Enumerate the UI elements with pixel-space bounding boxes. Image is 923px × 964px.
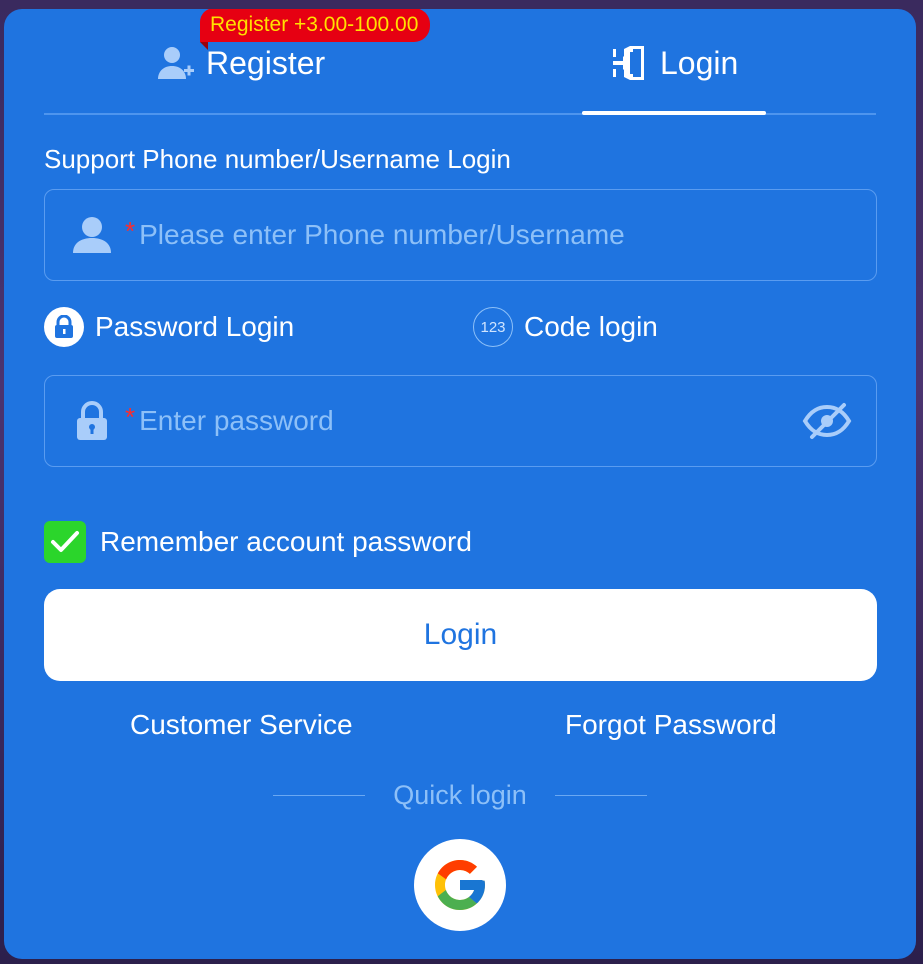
required-mark: * bbox=[125, 401, 136, 432]
password-login-label: Password Login bbox=[95, 311, 295, 342]
username-input[interactable] bbox=[139, 219, 760, 251]
required-mark: * bbox=[125, 215, 136, 246]
quick-login-label: Quick login bbox=[393, 779, 527, 810]
quick-login-divider: Quick login bbox=[269, 779, 651, 811]
checkmark-icon bbox=[51, 531, 79, 552]
eye-off-icon[interactable] bbox=[802, 399, 852, 443]
code-login-label: Code login bbox=[524, 311, 658, 342]
username-field[interactable]: * bbox=[44, 189, 877, 281]
tab-register[interactable]: Register bbox=[156, 41, 325, 85]
123-icon: 123 bbox=[473, 307, 513, 347]
password-field[interactable]: * bbox=[44, 375, 877, 467]
login-method-hint: Support Phone number/Username Login bbox=[44, 144, 511, 174]
lock-icon bbox=[44, 307, 84, 347]
auth-tabs: Register Login bbox=[44, 9, 876, 115]
tab-register-label: Register bbox=[206, 44, 326, 81]
register-bonus-badge: Register +3.00-100.00 bbox=[200, 9, 431, 50]
forgot-password-link[interactable]: Forgot Password bbox=[565, 709, 777, 741]
login-button[interactable]: Login bbox=[44, 589, 877, 681]
tab-login[interactable]: Login bbox=[610, 41, 738, 85]
lock-icon bbox=[71, 400, 113, 442]
customer-service-link[interactable]: Customer Service bbox=[130, 709, 353, 741]
remember-password-label: Remember account password bbox=[100, 526, 472, 557]
remember-checkbox[interactable] bbox=[44, 521, 86, 563]
google-login-button[interactable] bbox=[414, 839, 506, 931]
code-login-option[interactable]: 123 Code login bbox=[473, 307, 658, 347]
user-plus-icon bbox=[156, 43, 196, 83]
remember-password-row: Remember account password bbox=[44, 521, 472, 563]
divider-line bbox=[554, 794, 647, 796]
divider-line bbox=[273, 794, 366, 796]
login-dialog: Register Login Register +3.00-100.00 Sup… bbox=[4, 9, 916, 959]
google-icon bbox=[435, 860, 485, 910]
tab-login-label: Login bbox=[660, 44, 739, 81]
user-icon bbox=[71, 214, 113, 256]
active-tab-indicator bbox=[582, 111, 766, 115]
password-login-option[interactable]: Password Login bbox=[44, 307, 294, 347]
password-input[interactable] bbox=[139, 405, 760, 437]
door-enter-icon bbox=[610, 43, 650, 83]
